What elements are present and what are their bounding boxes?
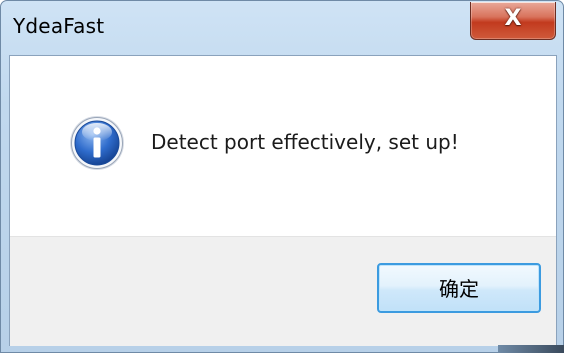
window-frame-corner bbox=[498, 345, 564, 353]
dialog-body: Detect port effectively, set up! 确定 bbox=[9, 55, 557, 346]
message-text: Detect port effectively, set up! bbox=[151, 130, 459, 154]
title-bar[interactable]: YdeaFast X bbox=[1, 1, 563, 55]
button-bar: 确定 bbox=[10, 236, 556, 346]
message-dialog: YdeaFast X Detect port effectively, set … bbox=[0, 0, 564, 353]
information-icon bbox=[70, 116, 124, 170]
ok-button[interactable]: 确定 bbox=[377, 263, 541, 313]
close-button[interactable]: X bbox=[470, 2, 556, 40]
window-title: YdeaFast bbox=[13, 14, 105, 38]
message-area: Detect port effectively, set up! bbox=[10, 56, 556, 236]
close-icon: X bbox=[504, 6, 522, 31]
ok-button-label: 确定 bbox=[439, 277, 479, 301]
